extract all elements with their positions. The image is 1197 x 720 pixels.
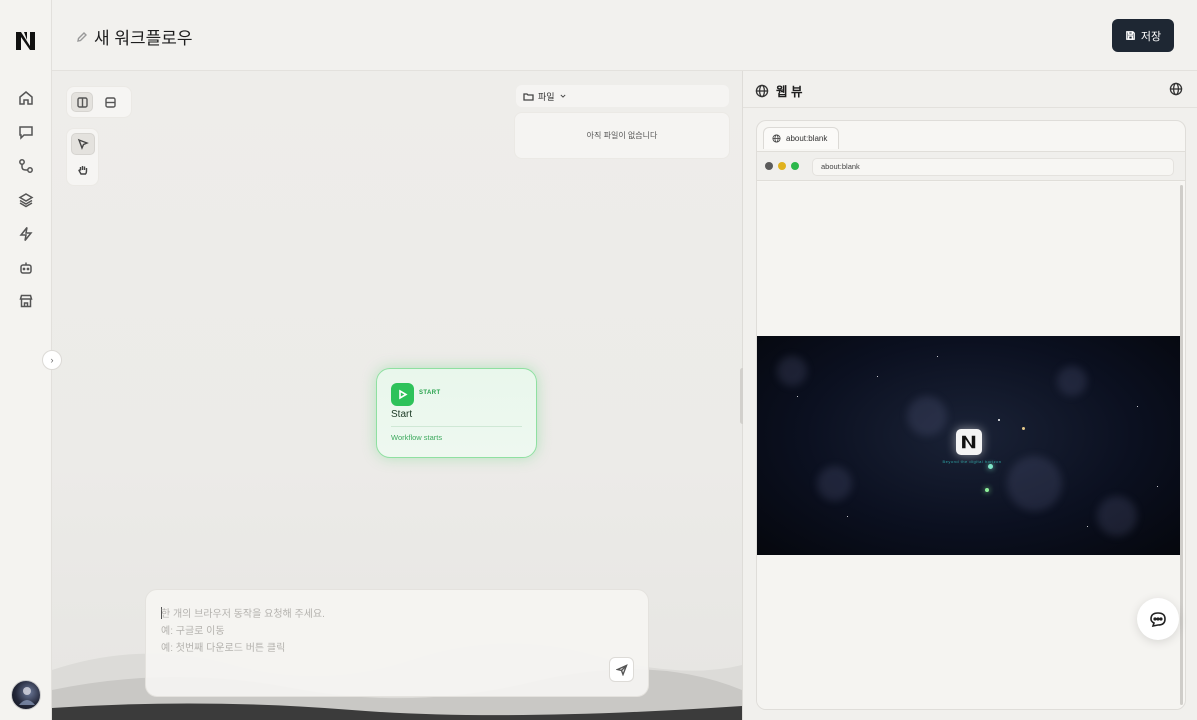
window-close-dot[interactable]	[765, 162, 773, 170]
split-vertical-view-button[interactable]	[71, 92, 93, 112]
globe-icon	[772, 134, 781, 143]
top-header: 새 워크플로우 저장	[52, 0, 1197, 71]
prompt-placeholder-line3: 예: 첫번째 다운로드 버튼 클릭	[161, 643, 286, 654]
web-view-title-text: 웹 뷰	[776, 85, 803, 99]
globe-icon	[755, 84, 769, 97]
pencil-icon	[77, 31, 87, 42]
files-panel: 아직 파일이 없습니다	[514, 112, 730, 159]
files-dropdown-label: 파일	[538, 91, 555, 102]
web-view-title: 웹 뷰	[755, 81, 802, 100]
workflow-title-text: 새 워크플로우	[94, 29, 193, 48]
chat-icon[interactable]	[15, 121, 37, 143]
split-horizontal-view-button[interactable]	[99, 92, 121, 112]
start-node-description: Workflow starts	[391, 433, 443, 442]
prompt-input[interactable]: 한 개의 브라우저 동작을 요청해 주세요. 예: 구글로 이동 예: 첫번째 …	[145, 589, 649, 697]
robot-icon[interactable]	[15, 257, 37, 279]
browser-tab[interactable]: about:blank	[763, 127, 839, 149]
view-mode-toggle	[66, 86, 132, 118]
send-icon	[615, 663, 628, 676]
play-icon	[399, 389, 408, 400]
window-minimize-dot[interactable]	[778, 162, 786, 170]
avatar[interactable]	[11, 680, 41, 710]
start-node-icon	[391, 383, 414, 406]
prompt-placeholder-line1: 한 개의 브라우저 동작을 요청해 주세요.	[161, 609, 325, 620]
app-logo[interactable]	[13, 28, 39, 54]
start-node-tag: START	[419, 390, 441, 396]
layers-icon[interactable]	[15, 189, 37, 211]
space-animation: Beyond the digital horizon	[757, 336, 1181, 555]
embedded-browser: about:blank about:blank Beyond the digit…	[756, 120, 1186, 710]
browser-toolbar: about:blank	[757, 151, 1185, 181]
hand-icon	[77, 166, 87, 175]
web-view-panel: 웹 뷰 about:blank about:blank Beyond the d…	[743, 71, 1197, 720]
prompt-placeholder-line2: 예: 구글로 이동	[161, 626, 225, 637]
start-node[interactable]: START Start Workflow starts	[376, 368, 537, 458]
send-button[interactable]	[609, 657, 634, 682]
app-logo	[956, 429, 982, 455]
lightning-icon[interactable]	[15, 223, 37, 245]
workflow-canvas[interactable]: 파일 아직 파일이 없습니다 START Start Workflow star…	[52, 71, 742, 720]
chat-bubble-icon	[1150, 612, 1166, 628]
web-view-header: 웹 뷰	[743, 71, 1197, 108]
browser-scrollbar[interactable]	[1180, 185, 1183, 705]
pan-tool-button[interactable]	[71, 159, 95, 181]
canvas-tools	[66, 128, 99, 186]
files-dropdown[interactable]: 파일	[516, 85, 729, 107]
home-icon[interactable]	[15, 87, 37, 109]
browser-tab-label: about:blank	[786, 134, 828, 143]
select-tool-button[interactable]	[70, 133, 95, 155]
workflow-icon[interactable]	[15, 155, 37, 177]
globe-icon[interactable]	[1169, 82, 1183, 96]
start-node-title: Start	[391, 409, 413, 420]
folder-icon	[523, 92, 534, 101]
chat-support-button[interactable]	[1137, 598, 1179, 640]
save-button[interactable]: 저장	[1112, 19, 1174, 52]
address-bar[interactable]: about:blank	[812, 158, 1174, 176]
save-icon	[1126, 31, 1135, 40]
store-icon[interactable]	[15, 290, 37, 312]
browser-viewport[interactable]: Beyond the digital horizon	[757, 182, 1181, 709]
cursor-icon	[77, 138, 89, 150]
prompt-placeholder: 한 개의 브라우저 동작을 요청해 주세요. 예: 구글로 이동 예: 첫번째 …	[161, 606, 325, 657]
columns-icon	[76, 96, 88, 108]
chevron-down-icon	[560, 94, 566, 98]
files-empty-text: 아직 파일이 없습니다	[586, 131, 658, 140]
save-label: 저장	[1140, 30, 1162, 43]
video-tagline: Beyond the digital horizon	[942, 459, 1002, 464]
rows-icon	[104, 96, 116, 108]
window-maximize-dot[interactable]	[791, 162, 799, 170]
sidebar-expand-button[interactable]: ›	[42, 350, 62, 370]
start-node-divider	[391, 426, 522, 427]
workflow-title[interactable]: 새 워크플로우	[76, 24, 193, 49]
